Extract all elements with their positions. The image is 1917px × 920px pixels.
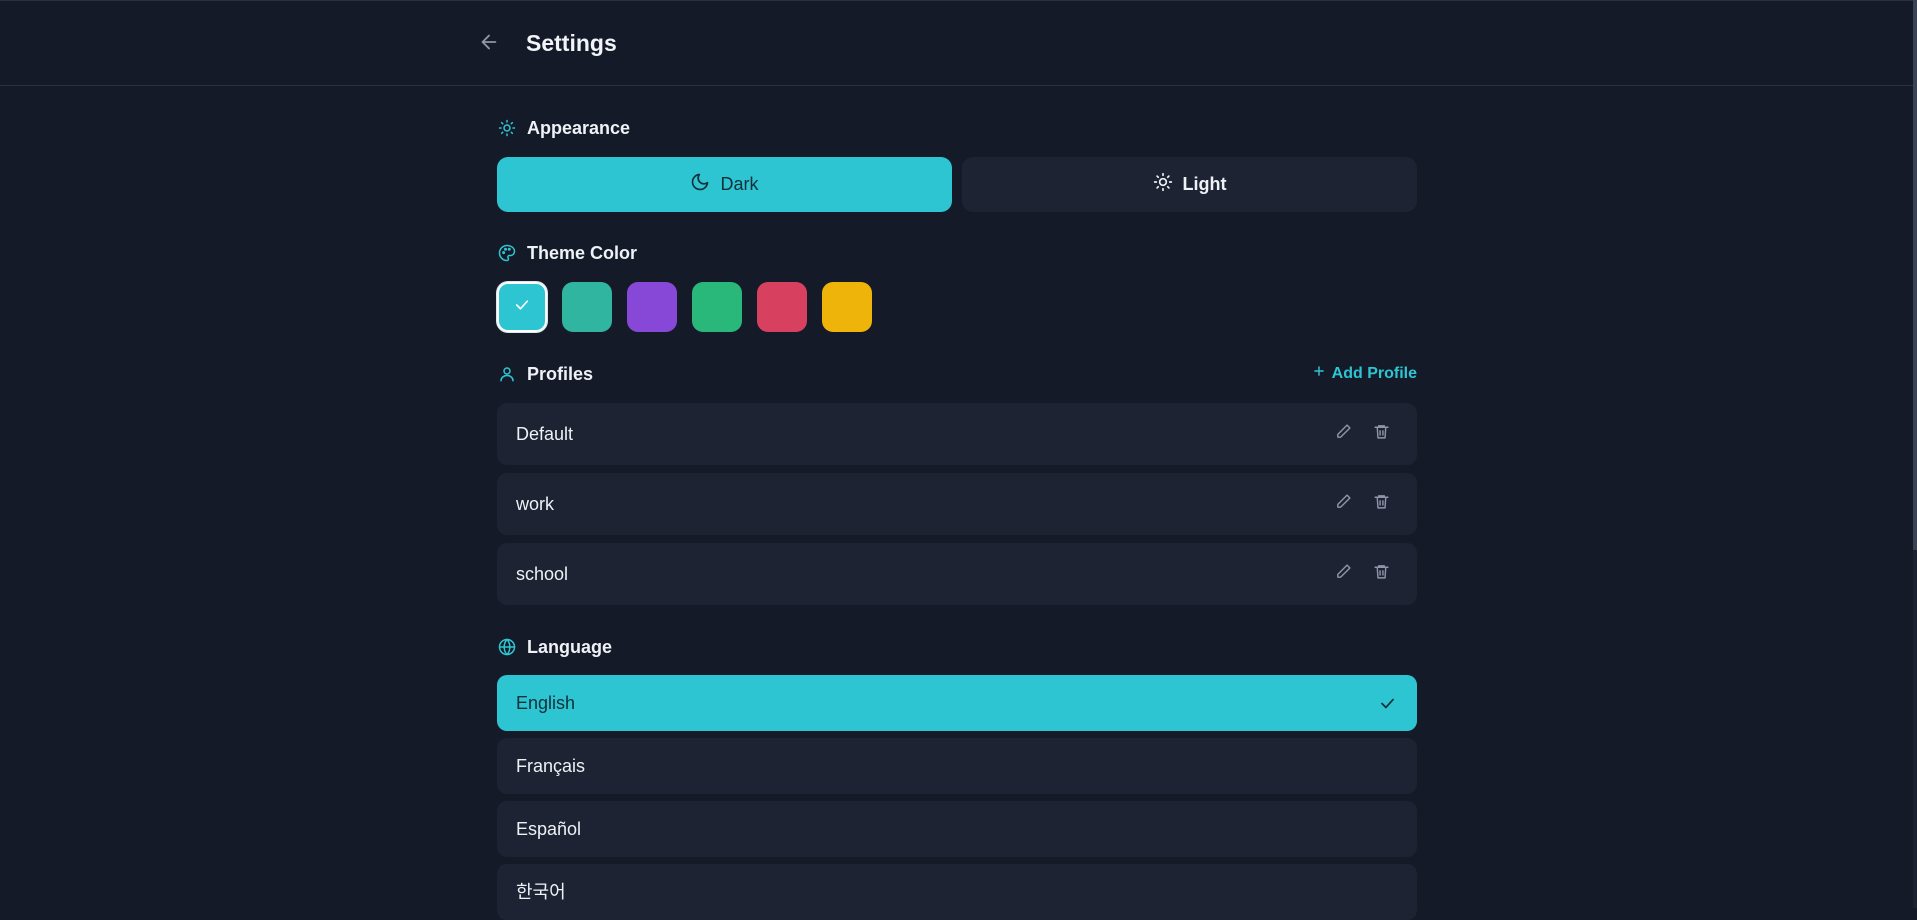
- delete-profile-button[interactable]: [1369, 492, 1393, 516]
- pencil-icon: [1335, 423, 1352, 445]
- light-mode-label: Light: [1182, 174, 1227, 194]
- check-icon: [513, 296, 531, 319]
- delete-profile-button[interactable]: [1369, 562, 1393, 586]
- sun-icon: [497, 118, 517, 138]
- profile-row-default[interactable]: Default: [497, 403, 1417, 465]
- trash-icon: [1373, 563, 1390, 585]
- profile-row-school[interactable]: school: [497, 543, 1417, 605]
- profiles-heading: Profiles: [497, 362, 593, 386]
- profile-row-work[interactable]: work: [497, 473, 1417, 535]
- dark-mode-button[interactable]: Dark: [497, 157, 952, 212]
- dark-mode-label: Dark: [720, 174, 759, 194]
- light-mode-button[interactable]: Light: [962, 157, 1417, 212]
- theme-swatch-pink[interactable]: [757, 282, 807, 332]
- theme-swatch-teal[interactable]: [562, 282, 612, 332]
- moon-icon: [690, 172, 710, 197]
- edit-profile-button[interactable]: [1331, 562, 1355, 586]
- scrollbar-track[interactable]: [1913, 0, 1917, 908]
- add-profile-label: Add Profile: [1331, 364, 1417, 382]
- theme-color-heading: Theme Color: [497, 241, 637, 265]
- language-heading-label: Language: [527, 636, 613, 657]
- profile-name: Default: [516, 424, 574, 444]
- pencil-icon: [1335, 493, 1352, 515]
- sun-icon: [1153, 172, 1173, 197]
- user-icon: [497, 364, 517, 384]
- language-option-english[interactable]: English: [497, 675, 1417, 731]
- language-name: English: [516, 693, 576, 713]
- palette-icon: [497, 243, 517, 263]
- language-heading: Language: [497, 635, 612, 659]
- globe-icon: [497, 637, 517, 657]
- delete-profile-button[interactable]: [1369, 422, 1393, 446]
- trash-icon: [1373, 423, 1390, 445]
- theme-swatch-yellow[interactable]: [822, 282, 872, 332]
- edit-profile-button[interactable]: [1331, 422, 1355, 446]
- scrollbar-thumb[interactable]: [1913, 0, 1917, 550]
- check-icon: [1375, 691, 1399, 715]
- add-profile-button[interactable]: Add Profile: [1312, 364, 1417, 383]
- page-title: Settings: [526, 30, 617, 56]
- back-button[interactable]: [474, 29, 504, 59]
- profile-name: school: [516, 564, 569, 584]
- appearance-heading: Appearance: [497, 116, 630, 140]
- edit-profile-button[interactable]: [1331, 492, 1355, 516]
- arrow-left-icon: [478, 31, 500, 58]
- theme-swatch-purple[interactable]: [627, 282, 677, 332]
- appearance-heading-label: Appearance: [527, 117, 631, 138]
- theme-swatch-green[interactable]: [692, 282, 742, 332]
- language-name: Español: [516, 819, 582, 839]
- language-option-espanol[interactable]: Español: [497, 801, 1417, 857]
- header-bar: Settings: [0, 0, 1917, 86]
- language-option-korean[interactable]: 한국어: [497, 864, 1417, 920]
- language-option-francais[interactable]: Français: [497, 738, 1417, 794]
- profile-name: work: [516, 494, 555, 514]
- pencil-icon: [1335, 563, 1352, 585]
- language-name: Français: [516, 756, 586, 776]
- trash-icon: [1373, 493, 1390, 515]
- profiles-heading-label: Profiles: [527, 363, 594, 384]
- theme-swatch-cyan[interactable]: [497, 282, 547, 332]
- theme-color-heading-label: Theme Color: [527, 242, 638, 263]
- language-name: 한국어: [516, 882, 566, 902]
- plus-icon: [1312, 364, 1326, 383]
